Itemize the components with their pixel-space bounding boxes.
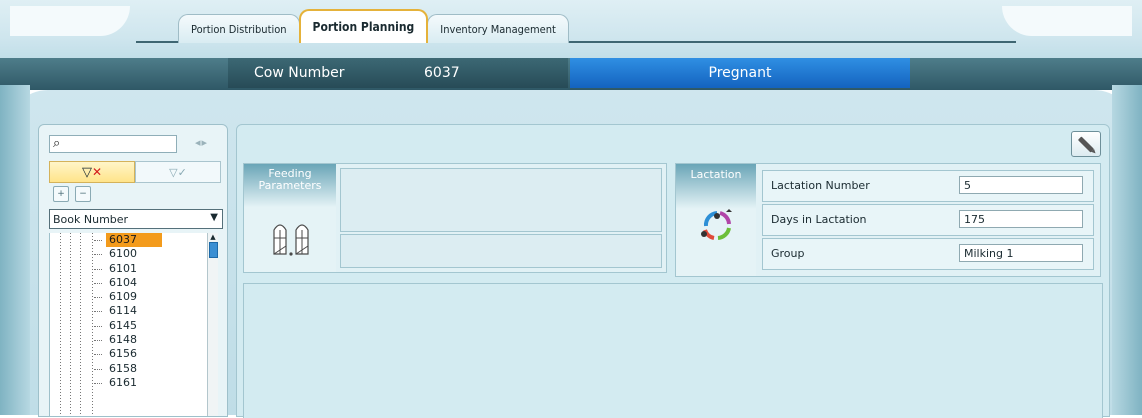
cow-number-bar: Cow Number 6037 — [228, 58, 568, 88]
group-value: Milking 1 — [959, 244, 1083, 262]
filter-row: ▽✕ ▽✓ — [49, 161, 221, 183]
lactation-number-value: 5 — [959, 176, 1083, 194]
animal-tree[interactable]: 6037 6100 6101 6104 6109 6114 6145 6148 … — [49, 233, 208, 416]
filter-apply-icon: ▽✓ — [169, 165, 187, 179]
cow-number-value: 6037 — [424, 65, 460, 81]
pencil-icon — [1077, 135, 1095, 153]
edit-button[interactable] — [1071, 131, 1101, 157]
lactation-box: Lactation Lactation Number 5 Days in Lac… — [675, 163, 1101, 277]
top-shell — [0, 0, 1142, 62]
tab-strip: Portion Distribution Portion Planning In… — [178, 9, 569, 43]
search-input[interactable] — [49, 135, 177, 153]
filter-apply-button[interactable]: ▽✓ — [135, 161, 221, 183]
silo-icon — [273, 224, 309, 256]
content-area — [243, 283, 1103, 418]
filter-clear-icon: ▽✕ — [81, 164, 103, 180]
group-label: Group — [771, 247, 805, 260]
feeding-cell-bottom — [340, 234, 662, 268]
frame-left-edge — [0, 85, 30, 415]
tree-item[interactable]: 6037 — [50, 233, 208, 247]
tree-item[interactable]: 6101 — [50, 262, 208, 276]
top-curve-left — [10, 6, 130, 36]
lactation-number-row: Lactation Number 5 — [762, 170, 1094, 202]
feeding-title-line2: Parameters — [258, 179, 322, 192]
feeding-title: Feeding Parameters — [244, 168, 336, 192]
tree-item[interactable]: 6148 — [50, 333, 208, 347]
tree-item[interactable]: 6114 — [50, 304, 208, 318]
feeding-cell-top — [340, 168, 662, 232]
scroll-thumb[interactable] — [209, 242, 218, 258]
search-box: ⌕ ◂▸ — [49, 135, 223, 155]
tree-item[interactable]: 6109 — [50, 290, 208, 304]
tree-item[interactable]: 6161 — [50, 376, 208, 390]
tree-item[interactable]: 6104 — [50, 276, 208, 290]
tree-item[interactable]: 6158 — [50, 362, 208, 376]
cow-number-label: Cow Number — [254, 65, 345, 81]
sort-select[interactable]: Book Number ▼ — [49, 209, 223, 229]
tree-scrollbar[interactable]: ▲ — [207, 233, 218, 416]
tab-portion-planning[interactable]: Portion Planning — [298, 9, 429, 43]
status-label: Pregnant — [708, 65, 772, 81]
chevron-down-icon: ▼ — [210, 212, 218, 223]
feeding-parameters-box: Feeding Parameters — [243, 163, 667, 273]
frame-right-edge — [1112, 85, 1142, 415]
days-in-lactation-value: 175 — [959, 210, 1083, 228]
days-in-lactation-row: Days in Lactation 175 — [762, 204, 1094, 236]
top-curve-right — [1002, 6, 1132, 36]
tab-inventory-management[interactable]: Inventory Management — [427, 14, 569, 43]
collapse-icon[interactable]: − — [75, 186, 91, 202]
tab-portion-distribution[interactable]: Portion Distribution — [178, 14, 300, 43]
feeding-title-column: Feeding Parameters — [244, 164, 336, 272]
lactation-title-column: Lactation — [676, 164, 756, 276]
animal-list-panel: ⌕ ◂▸ ▽✕ ▽✓ + − Book Number ▼ 6037 6100 6… — [38, 124, 228, 417]
days-in-lactation-label: Days in Lactation — [771, 213, 867, 226]
sort-select-value: Book Number — [53, 212, 129, 226]
lactation-cycle-icon — [701, 209, 732, 240]
lactation-title: Lactation — [690, 168, 742, 181]
expand-icon[interactable]: + — [53, 186, 69, 202]
group-row: Group Milking 1 — [762, 238, 1094, 270]
search-icon: ⌕ — [53, 136, 61, 151]
tree-item[interactable]: 6100 — [50, 247, 208, 261]
arrows-icon[interactable]: ◂▸ — [195, 136, 208, 149]
status-bar: Pregnant — [570, 58, 910, 88]
scroll-up-icon[interactable]: ▲ — [208, 233, 218, 241]
tree-tool-row: + − — [53, 186, 91, 202]
main-panel: Feeding Parameters Lactation Lactation N… — [236, 124, 1110, 418]
lactation-number-label: Lactation Number — [771, 179, 870, 192]
tree-item[interactable]: 6156 — [50, 347, 208, 361]
filter-clear-button[interactable]: ▽✕ — [49, 161, 135, 183]
tree-item[interactable]: 6145 — [50, 319, 208, 333]
